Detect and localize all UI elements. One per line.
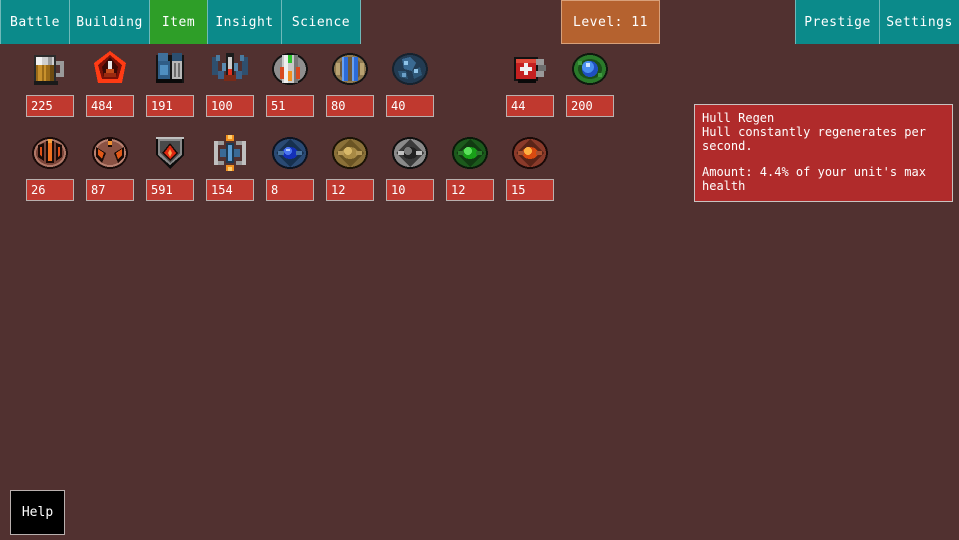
item-value: 12 xyxy=(326,179,374,201)
tab-building-label: Building xyxy=(76,14,143,30)
red-gem-disc-icon[interactable] xyxy=(508,131,552,175)
tab-insight-label: Insight xyxy=(215,14,274,30)
item-slot[interactable]: 191 xyxy=(146,44,194,117)
tab-battle-label: Battle xyxy=(10,14,60,30)
top-navigation-bar: Battle Building Item Insight Science Lev… xyxy=(0,0,959,44)
item-grid: 225 484 191 100 51 80 40 44 200 26 87 59… xyxy=(0,44,700,212)
item-value: 87 xyxy=(86,179,134,201)
game-screen: Battle Building Item Insight Science Lev… xyxy=(0,0,959,540)
tooltip-title: Hull Regen xyxy=(702,111,775,125)
blue-crystal-rock-icon[interactable] xyxy=(388,47,432,91)
item-slot[interactable]: 15 xyxy=(506,128,554,201)
item-value: 80 xyxy=(326,95,374,117)
silver-capsule-icon[interactable] xyxy=(268,47,312,91)
medkit-icon[interactable] xyxy=(508,47,552,91)
level-badge: Level: 11 xyxy=(561,0,660,44)
silver-gem-disc-icon[interactable] xyxy=(388,131,432,175)
tab-prestige[interactable]: Prestige xyxy=(795,0,879,44)
item-slot[interactable]: 154 xyxy=(206,128,254,201)
item-slot[interactable]: 225 xyxy=(26,44,74,117)
item-value: 484 xyxy=(86,95,134,117)
help-button[interactable]: Help xyxy=(10,490,65,535)
red-fang-orb-icon[interactable] xyxy=(88,131,132,175)
item-value: 26 xyxy=(26,179,74,201)
item-slot[interactable]: 484 xyxy=(86,44,134,117)
beer-mug-icon[interactable] xyxy=(28,47,72,91)
blue-gem-disc-icon[interactable] xyxy=(268,131,312,175)
level-badge-label: Level: 11 xyxy=(573,14,648,30)
item-slot[interactable]: 26 xyxy=(26,128,74,201)
item-slot[interactable]: 87 xyxy=(86,128,134,201)
item-value: 12 xyxy=(446,179,494,201)
winged-drone-icon[interactable] xyxy=(208,47,252,91)
red-diamond-emblem-icon[interactable] xyxy=(88,47,132,91)
tooltip-amount: Amount: 4.4% of your unit's max health xyxy=(702,165,934,193)
item-slot[interactable]: 10 xyxy=(386,128,434,201)
tab-insight[interactable]: Insight xyxy=(208,0,282,44)
item-value: 10 xyxy=(386,179,434,201)
item-slot[interactable]: 12 xyxy=(326,128,374,201)
item-slot[interactable]: 8 xyxy=(266,128,314,201)
nav-right-group: Prestige Settings xyxy=(795,0,959,44)
item-value: 44 xyxy=(506,95,554,117)
item-value: 200 xyxy=(566,95,614,117)
red-star-shield-icon[interactable] xyxy=(148,131,192,175)
tab-building[interactable]: Building xyxy=(70,0,150,44)
item-value: 591 xyxy=(146,179,194,201)
item-value: 51 xyxy=(266,95,314,117)
blue-machine-module-icon[interactable] xyxy=(148,47,192,91)
tooltip-spacer xyxy=(702,153,945,165)
tab-science[interactable]: Science xyxy=(282,0,361,44)
tab-settings-label: Settings xyxy=(886,14,953,30)
item-slot[interactable]: 51 xyxy=(266,44,314,117)
item-value: 100 xyxy=(206,95,254,117)
item-slot[interactable]: 44 xyxy=(506,44,554,117)
item-value: 8 xyxy=(266,179,314,201)
engine-core-icon[interactable] xyxy=(208,131,252,175)
item-tooltip: Hull Regen Hull constantly regenerates p… xyxy=(694,104,953,202)
nav-left-group: Battle Building Item Insight Science xyxy=(0,0,361,44)
tab-battle[interactable]: Battle xyxy=(0,0,70,44)
item-value: 191 xyxy=(146,95,194,117)
item-slot[interactable]: 200 xyxy=(566,44,614,117)
bronze-gem-disc-icon[interactable] xyxy=(328,131,372,175)
tooltip-description: Hull constantly regenerates per second. xyxy=(702,125,934,153)
item-value: 225 xyxy=(26,95,74,117)
item-slot[interactable]: 100 xyxy=(206,44,254,117)
item-row-1: 225 484 191 100 51 80 40 44 200 xyxy=(0,44,700,128)
item-value: 15 xyxy=(506,179,554,201)
green-blue-orb-icon[interactable] xyxy=(568,47,612,91)
item-value: 154 xyxy=(206,179,254,201)
help-button-label: Help xyxy=(21,505,54,520)
item-row-2: 26 87 591 154 8 12 10 12 15 xyxy=(0,128,700,212)
item-value: 40 xyxy=(386,95,434,117)
item-slot[interactable]: 40 xyxy=(386,44,434,117)
tab-settings[interactable]: Settings xyxy=(879,0,959,44)
blue-twin-bar-icon[interactable] xyxy=(328,47,372,91)
tab-prestige-label: Prestige xyxy=(804,14,871,30)
tab-item[interactable]: Item xyxy=(150,0,208,44)
item-slot[interactable]: 80 xyxy=(326,44,374,117)
item-slot[interactable]: 591 xyxy=(146,128,194,201)
item-slot[interactable]: 12 xyxy=(446,128,494,201)
tab-item-label: Item xyxy=(161,14,196,30)
red-claw-orb-icon[interactable] xyxy=(28,131,72,175)
green-gem-disc-icon[interactable] xyxy=(448,131,492,175)
tab-science-label: Science xyxy=(291,14,351,30)
